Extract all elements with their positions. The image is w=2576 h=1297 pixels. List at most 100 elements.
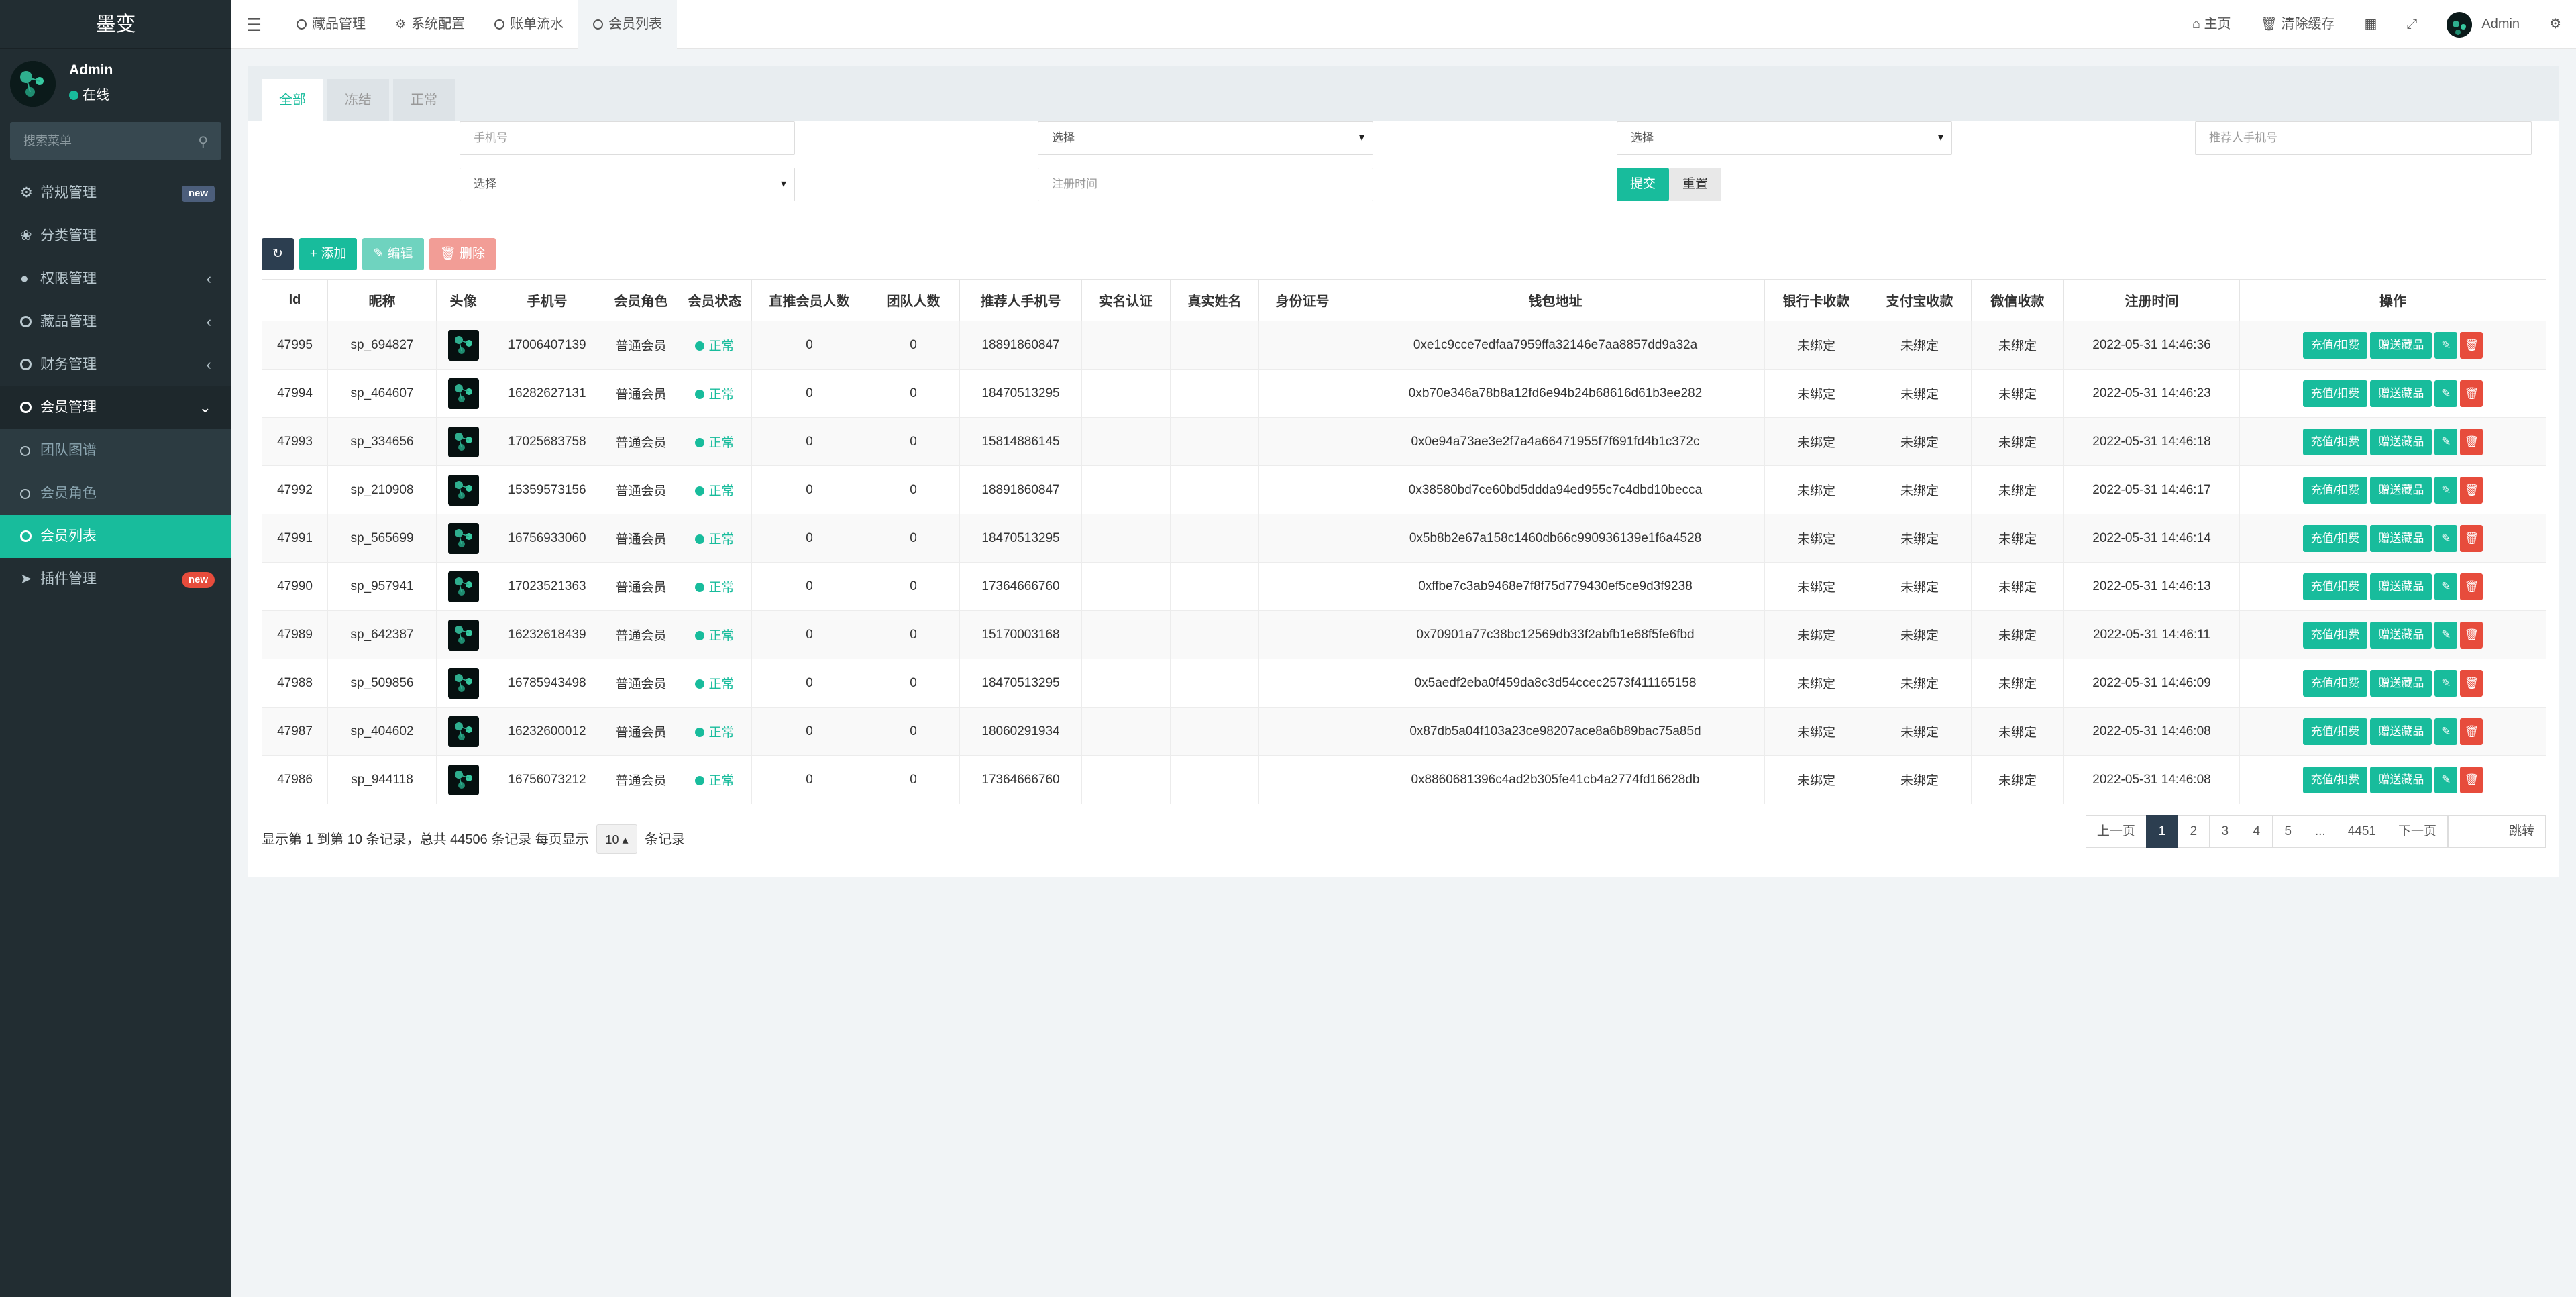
column-header[interactable]: 支付宝收款 — [1868, 279, 1972, 321]
edit-row-button[interactable]: ✎ — [2434, 380, 2458, 407]
edit-row-button[interactable]: ✎ — [2434, 428, 2458, 455]
jump-button[interactable]: 跳转 — [2497, 815, 2546, 848]
status-badge[interactable]: 正常 — [695, 339, 735, 353]
column-header[interactable]: 注册时间 — [2063, 279, 2240, 321]
gift-collection-button[interactable]: 赠送藏品 — [2370, 476, 2432, 504]
status-badge[interactable]: 正常 — [695, 581, 735, 595]
prev-page-button[interactable]: 上一页 — [2085, 815, 2147, 848]
table-row[interactable]: 47991 sp_565699 16756933060 普通会员 正常 0 0 1847051… — [262, 514, 2546, 563]
page-size-select[interactable]: 10 ▴ — [596, 824, 637, 854]
column-header[interactable]: 头像 — [436, 279, 490, 321]
regtime-input[interactable]: 注册时间 — [1038, 168, 1373, 201]
column-header[interactable]: 真实姓名 — [1170, 279, 1259, 321]
sidebar-item-member-role[interactable]: 会员角色 — [0, 472, 231, 515]
page-1-button[interactable]: 1 — [2145, 815, 2178, 848]
avatar[interactable] — [447, 619, 479, 651]
delete-button[interactable]: 🗑 删除 — [429, 238, 496, 270]
column-header[interactable]: 身份证号 — [1258, 279, 1346, 321]
column-header[interactable]: 推荐人手机号 — [959, 279, 1082, 321]
recharge-button[interactable]: 充值/扣费 — [2302, 331, 2368, 359]
table-row[interactable]: 47992 sp_210908 15359573156 普通会员 正常 0 0 1889186… — [262, 465, 2546, 514]
avatar[interactable] — [447, 667, 479, 699]
page-4-button[interactable]: 4 — [2240, 815, 2273, 848]
sidebar-item-member-list[interactable]: 会员列表 — [0, 515, 231, 558]
column-header[interactable]: 银行卡收款 — [1764, 279, 1868, 321]
column-header[interactable]: 直推会员人数 — [751, 279, 867, 321]
edit-row-button[interactable]: ✎ — [2434, 621, 2458, 648]
add-button[interactable]: + 添加 — [299, 238, 358, 270]
delete-row-button[interactable]: 🗑 — [2460, 573, 2483, 600]
home-link[interactable]: ⌂ 主页 — [2178, 0, 2246, 49]
column-header[interactable]: 团队人数 — [867, 279, 960, 321]
avatar[interactable] — [447, 764, 479, 795]
refresh-button[interactable]: ↻ — [262, 238, 294, 270]
clear-cache-button[interactable]: 🗑 清除缓存 — [2246, 0, 2350, 49]
recharge-button[interactable]: 充值/扣费 — [2302, 428, 2368, 455]
fullscreen-icon[interactable]: ⤢ — [2392, 0, 2432, 49]
phone-input[interactable]: 手机号 — [460, 121, 795, 155]
gift-collection-button[interactable]: 赠送藏品 — [2370, 766, 2432, 793]
gift-collection-button[interactable]: 赠送藏品 — [2370, 718, 2432, 745]
table-row[interactable]: 47995 sp_694827 17006407139 普通会员 正常 0 0 1889186… — [262, 321, 2546, 370]
table-row[interactable]: 47988 sp_509856 16785943498 普通会员 正常 0 0 1847051… — [262, 659, 2546, 708]
delete-row-button[interactable]: 🗑 — [2460, 476, 2483, 504]
recharge-button[interactable]: 充值/扣费 — [2302, 573, 2368, 600]
sidebar-item-finance[interactable]: 财务管理 ‹ — [0, 343, 231, 386]
gift-collection-button[interactable]: 赠送藏品 — [2370, 380, 2432, 407]
status-badge[interactable]: 正常 — [695, 436, 735, 450]
edit-row-button[interactable]: ✎ — [2434, 331, 2458, 359]
recharge-button[interactable]: 充值/扣费 — [2302, 621, 2368, 648]
recharge-button[interactable]: 充值/扣费 — [2302, 380, 2368, 407]
avatar[interactable] — [447, 522, 479, 554]
delete-row-button[interactable]: 🗑 — [2460, 718, 2483, 745]
recharge-button[interactable]: 充值/扣费 — [2302, 669, 2368, 697]
avatar[interactable] — [447, 474, 479, 506]
status-badge[interactable]: 正常 — [695, 726, 735, 740]
table-row[interactable]: 47990 sp_957941 17023521363 普通会员 正常 0 0 1736466… — [262, 562, 2546, 611]
column-header[interactable]: 操作 — [2239, 279, 2546, 321]
user-menu[interactable]: Admin — [2432, 0, 2534, 49]
delete-row-button[interactable]: 🗑 — [2460, 331, 2483, 359]
jump-page-input[interactable] — [2447, 815, 2498, 848]
delete-row-button[interactable]: 🗑 — [2460, 621, 2483, 648]
column-header[interactable]: 微信收款 — [1971, 279, 2064, 321]
tab-member-list[interactable]: 会员列表 — [578, 0, 678, 49]
column-header[interactable]: Id — [262, 279, 328, 321]
avatar[interactable] — [447, 571, 479, 602]
edit-row-button[interactable]: ✎ — [2434, 476, 2458, 504]
gift-collection-button[interactable]: 赠送藏品 — [2370, 428, 2432, 455]
search-icon[interactable]: ⚲ — [198, 133, 208, 150]
delete-row-button[interactable]: 🗑 — [2460, 766, 2483, 793]
realname-select[interactable]: 选择 ▾ — [460, 168, 795, 201]
recharge-button[interactable]: 充值/扣费 — [2302, 524, 2368, 552]
gift-collection-button[interactable]: 赠送藏品 — [2370, 524, 2432, 552]
tab-all[interactable]: 全部 — [262, 79, 323, 121]
table-row[interactable]: 47993 sp_334656 17025683758 普通会员 正常 0 0 1581488… — [262, 417, 2546, 466]
sidebar-item-general[interactable]: ⚙ 常规管理 new — [0, 172, 231, 215]
recharge-button[interactable]: 充值/扣费 — [2302, 476, 2368, 504]
delete-row-button[interactable]: 🗑 — [2460, 669, 2483, 697]
page-5-button[interactable]: 5 — [2271, 815, 2304, 848]
table-row[interactable]: 47994 sp_464607 16282627131 普通会员 正常 0 0 1847051… — [262, 369, 2546, 418]
sidebar-item-members[interactable]: 会员管理 ⌄ — [0, 386, 231, 429]
menu-search-input[interactable] — [10, 122, 221, 160]
page-last-button[interactable]: 4451 — [2336, 815, 2387, 848]
app-logo[interactable]: 墨变 — [0, 0, 231, 49]
edit-row-button[interactable]: ✎ — [2434, 669, 2458, 697]
status-badge[interactable]: 正常 — [695, 484, 735, 498]
edit-row-button[interactable]: ✎ — [2434, 573, 2458, 600]
settings-icon[interactable]: ⚙ — [2534, 0, 2576, 49]
gift-collection-button[interactable]: 赠送藏品 — [2370, 331, 2432, 359]
role-select[interactable]: 选择 ▾ — [1038, 121, 1373, 155]
sidebar-item-auth[interactable]: ● 权限管理 ‹ — [0, 258, 231, 300]
page-3-button[interactable]: 3 — [2208, 815, 2241, 848]
avatar[interactable] — [447, 329, 479, 361]
table-row[interactable]: 47989 sp_642387 16232618439 普通会员 正常 0 0 1517000… — [262, 610, 2546, 659]
next-page-button[interactable]: 下一页 — [2386, 815, 2448, 848]
tab-normal[interactable]: 正常 — [393, 79, 455, 121]
sidebar-item-team-graph[interactable]: 团队图谱 — [0, 429, 231, 472]
edit-row-button[interactable]: ✎ — [2434, 524, 2458, 552]
language-icon[interactable]: ▦ — [2349, 0, 2392, 49]
delete-row-button[interactable]: 🗑 — [2460, 524, 2483, 552]
referrer-phone-input[interactable]: 推荐人手机号 — [2195, 121, 2532, 155]
